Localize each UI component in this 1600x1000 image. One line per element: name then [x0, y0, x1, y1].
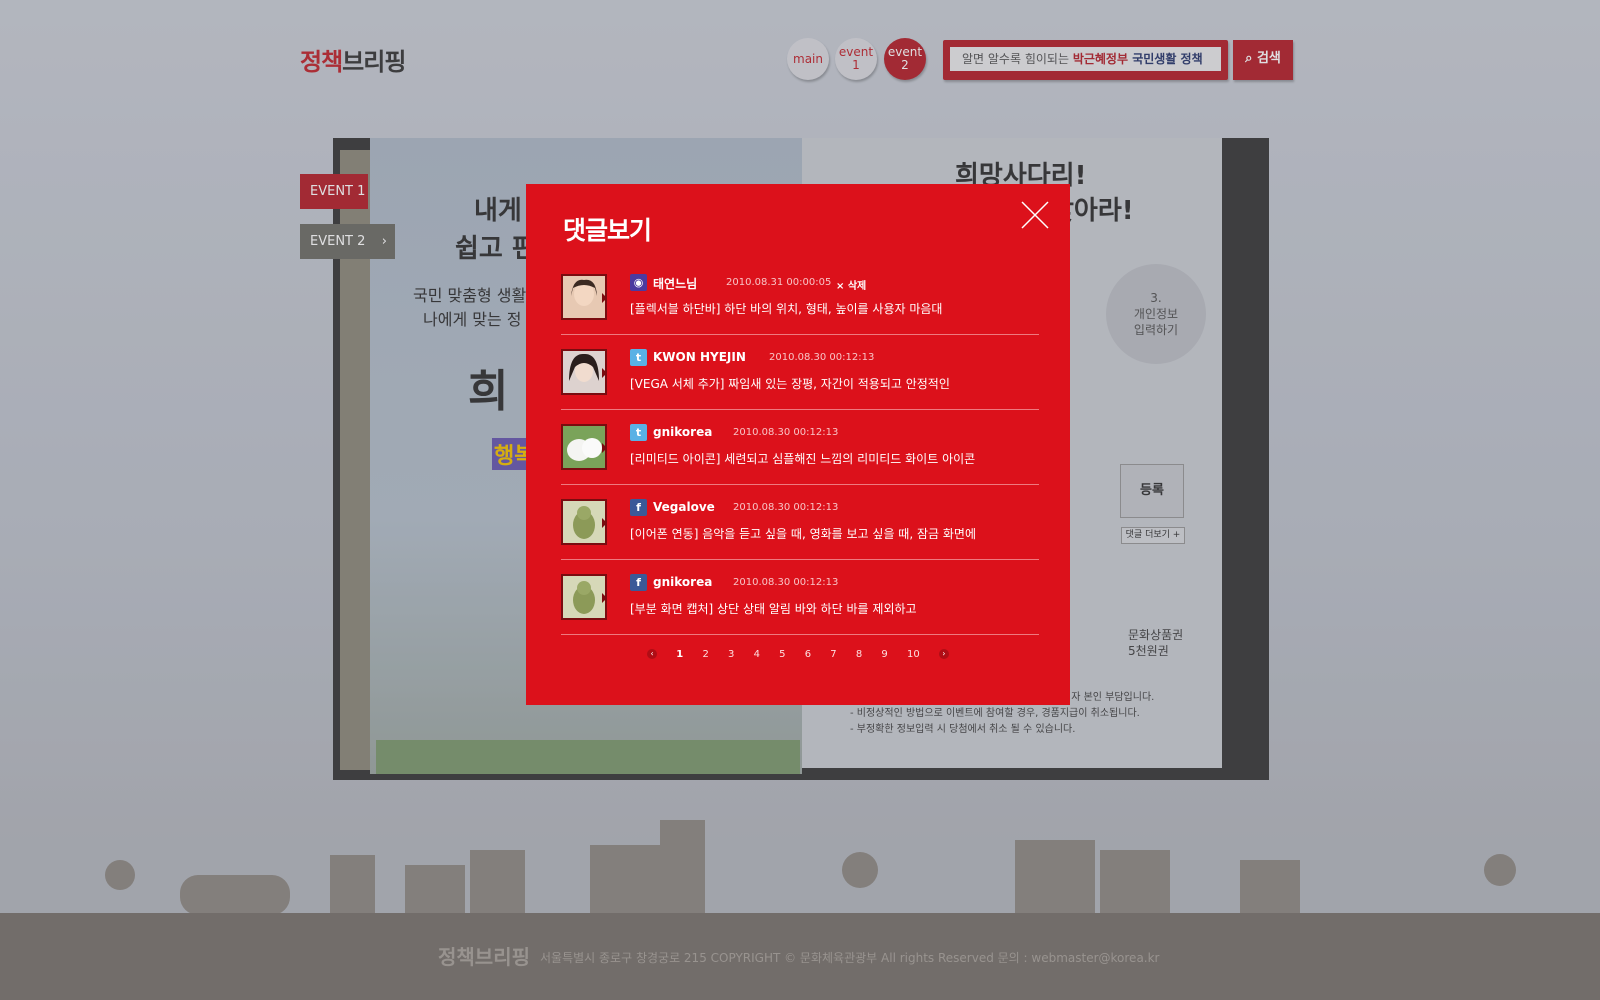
modal-title: 댓글보기	[563, 216, 652, 245]
page-3[interactable]: 3	[728, 649, 734, 660]
page-1[interactable]: 1	[676, 649, 683, 660]
facebook-icon: f	[630, 574, 647, 591]
page-10[interactable]: 10	[907, 649, 920, 660]
comment-list: ◉ 태연느님 2010.08.31 00:00:05 × 삭제 [플렉서블 하단…	[561, 260, 1039, 635]
page-9[interactable]: 9	[881, 649, 887, 660]
page-7[interactable]: 7	[830, 649, 836, 660]
next-page-icon[interactable]: ›	[938, 649, 949, 659]
comment-author[interactable]: gnikorea	[653, 575, 712, 589]
prev-page-icon[interactable]: ‹	[647, 649, 658, 659]
comment-author[interactable]: 태연느님	[653, 275, 697, 292]
page-8[interactable]: 8	[856, 649, 862, 660]
comment-date: 2010.08.30 00:12:13	[733, 502, 839, 513]
page-6[interactable]: 6	[805, 649, 811, 660]
page-2[interactable]: 2	[702, 649, 708, 660]
me2day-icon: ◉	[630, 274, 647, 291]
comment-date: 2010.08.31 00:00:05	[726, 277, 832, 288]
avatar-image	[563, 576, 605, 618]
avatar[interactable]	[561, 574, 607, 620]
avatar-image	[563, 426, 605, 468]
avatar-image	[563, 276, 605, 318]
twitter-icon: t	[630, 424, 647, 441]
comment-text: [이어폰 연동] 음악을 듣고 싶을 때, 영화를 보고 싶을 때, 잠금 화면…	[630, 527, 976, 541]
comment-row: f gnikorea 2010.08.30 00:12:13 [부분 화면 캡처…	[561, 560, 1039, 635]
facebook-icon: f	[630, 499, 647, 516]
comment-row: t gnikorea 2010.08.30 00:12:13 [리미티드 아이콘…	[561, 410, 1039, 485]
comment-row: t KWON HYEJIN 2010.08.30 00:12:13 [VEGA …	[561, 335, 1039, 410]
comments-modal: 댓글보기 ◉ 태연느님 2010.08.31 00:00:05 × 삭제 [플렉…	[526, 184, 1070, 705]
avatar-image	[563, 501, 605, 543]
comment-author[interactable]: Vegalove	[653, 500, 715, 514]
comment-row: f Vegalove 2010.08.30 00:12:13 [이어폰 연동] …	[561, 485, 1039, 560]
comment-date: 2010.08.30 00:12:13	[733, 427, 839, 438]
avatar[interactable]	[561, 349, 607, 395]
page-5[interactable]: 5	[779, 649, 785, 660]
avatar[interactable]	[561, 274, 607, 320]
comment-author[interactable]: KWON HYEJIN	[653, 350, 746, 364]
twitter-icon: t	[630, 349, 647, 366]
avatar-image	[563, 351, 605, 393]
pagination: ‹ 1 2 3 4 5 6 7 8 9 10 ›	[526, 649, 1070, 660]
avatar[interactable]	[561, 424, 607, 470]
comment-text: [부분 화면 캡처] 상단 상태 알림 바와 하단 바를 제외하고	[630, 602, 917, 616]
avatar[interactable]	[561, 499, 607, 545]
page-4[interactable]: 4	[754, 649, 760, 660]
delete-comment-button[interactable]: × 삭제	[836, 277, 866, 292]
comment-author[interactable]: gnikorea	[653, 425, 712, 439]
close-icon[interactable]	[1020, 200, 1050, 230]
comment-text: [VEGA 서체 추가] 짜임새 있는 장평, 자간이 적용되고 안정적인	[630, 377, 950, 391]
comment-text: [플렉서블 하단바] 하단 바의 위치, 형태, 높이를 사용자 마음대	[630, 302, 943, 316]
comment-text: [리미티드 아이콘] 세련되고 심플해진 느낌의 리미티드 화이트 아이콘	[630, 452, 976, 466]
comment-date: 2010.08.30 00:12:13	[769, 352, 875, 363]
comment-date: 2010.08.30 00:12:13	[733, 577, 839, 588]
comment-row: ◉ 태연느님 2010.08.31 00:00:05 × 삭제 [플렉서블 하단…	[561, 260, 1039, 335]
